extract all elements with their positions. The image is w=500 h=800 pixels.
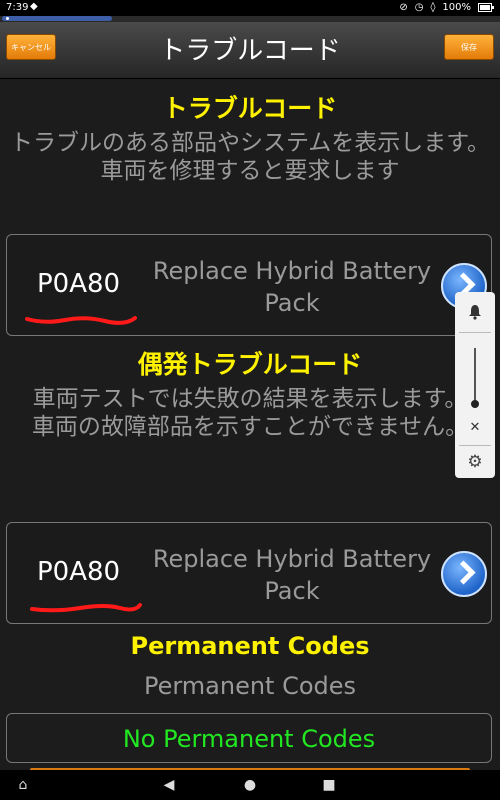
battery-text: 100% — [442, 2, 471, 13]
status-time: 7:39 — [6, 2, 29, 13]
volume-slider-track[interactable] — [474, 348, 476, 404]
incognito-icon: ◆ — [30, 1, 38, 12]
trouble-codes-title: トラブルコード — [162, 94, 338, 123]
trouble-code-id: P0A80 — [37, 269, 121, 299]
trouble-code-description: Replace Hybrid Battery Pack — [152, 257, 432, 317]
red-underline-annotation — [30, 603, 142, 613]
divider — [459, 445, 491, 446]
chevron-right-icon[interactable] — [441, 551, 487, 597]
main-content[interactable]: トラブルコード トラブルのある部品やシステムを表示します。 車両を修理すると要求… — [0, 79, 500, 772]
bell-icon[interactable] — [467, 304, 483, 320]
recents-icon[interactable]: ■ — [320, 776, 338, 794]
wifi-icon: ◊ — [430, 2, 436, 13]
pending-codes-description: 車両テストでは失敗の結果を表示します。 車両の故障部品を示すことができません。 — [31, 386, 469, 440]
home-icon[interactable]: ● — [241, 776, 259, 794]
alarm-icon: ◷ — [414, 2, 424, 13]
no-permanent-codes-card: No Permanent Codes — [6, 713, 492, 763]
back-icon[interactable]: ◀ — [160, 776, 178, 794]
pending-code-id: P0A80 — [37, 557, 121, 587]
red-underline-annotation — [25, 316, 137, 325]
home-launcher-icon[interactable]: ⌂ — [14, 776, 32, 794]
permanent-codes-subtitle: Permanent Codes — [143, 672, 357, 700]
dnd-icon: ⊘ — [399, 2, 408, 13]
status-icons: ⊘ ◷ ◊ 100% — [399, 2, 494, 13]
gear-icon[interactable]: ⚙ — [465, 452, 485, 472]
system-nav-bar: ⌂ ◀ ● ■ — [0, 770, 500, 800]
page-title: トラブルコード — [159, 36, 341, 66]
active-tab-indicator[interactable] — [2, 16, 112, 21]
pending-codes-title: 偶発トラブルコード — [137, 350, 363, 379]
header-bar: キャンセル トラブルコード 保存 — [0, 22, 500, 79]
divider — [459, 332, 491, 333]
status-bar: 7:39 ◆ ⊘ ◷ ◊ 100% — [0, 0, 500, 16]
volume-panel: ✕ ⚙ — [455, 292, 495, 478]
pending-code-card[interactable]: P0A80 Replace Hybrid Battery Pack — [6, 522, 492, 624]
pending-code-description: Replace Hybrid Battery Pack — [152, 545, 432, 605]
trouble-code-card[interactable]: P0A80 Replace Hybrid Battery Pack — [6, 234, 492, 336]
permanent-codes-title: Permanent Codes — [130, 632, 370, 660]
save-button[interactable]: 保存 — [444, 34, 494, 60]
volume-slider-knob[interactable] — [471, 400, 479, 408]
mute-icon[interactable]: ✕ — [466, 420, 484, 438]
battery-icon — [478, 3, 494, 12]
trouble-codes-description: トラブルのある部品やシステムを表示します。 車両を修理すると要求します — [10, 130, 491, 184]
